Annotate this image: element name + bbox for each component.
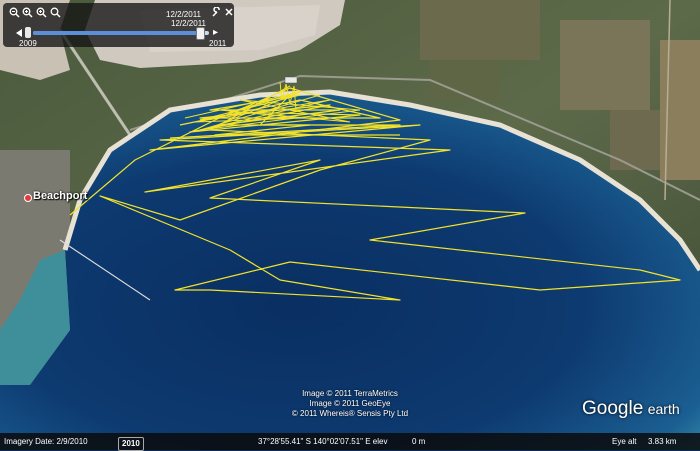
eye-alt-label: Eye alt: [612, 437, 637, 446]
zoom-out-icon[interactable]: [9, 7, 20, 18]
zoom-in-icon[interactable]: [36, 7, 47, 18]
google-earth-logo: Google earth: [582, 398, 680, 419]
place-pin-icon[interactable]: [24, 194, 32, 202]
step-forward-icon[interactable]: ▸: [213, 27, 223, 38]
historical-imagery-year-badge[interactable]: 2010: [118, 437, 144, 451]
track-start-marker: [284, 76, 298, 84]
time-slider-track[interactable]: [33, 27, 209, 40]
close-icon[interactable]: [224, 7, 235, 18]
settings-icon[interactable]: [211, 6, 222, 18]
coordinates-readout: 37°28'55.41" S 140°02'07.51" E elev: [258, 437, 388, 446]
zoom-in-icon[interactable]: [22, 7, 33, 18]
imagery-date: Imagery Date: 2/9/2010: [4, 437, 88, 446]
status-bar: Imagery Date: 2/9/2010 2010 37°28'55.41"…: [0, 433, 700, 451]
attribution: Image © 2011 TerraMetrics Image © 2011 G…: [250, 389, 450, 419]
time-slider-fill: [33, 31, 201, 35]
time-slider-thumb[interactable]: [196, 27, 206, 40]
satellite-map[interactable]: [0, 0, 700, 450]
eye-alt-value: 3.83 km: [648, 437, 677, 446]
slider-year-start: 2009: [19, 39, 37, 48]
slider-date-start: 12/2/2011: [166, 10, 201, 19]
slider-year-end: 2011: [209, 39, 227, 48]
step-back-icon[interactable]: [16, 29, 22, 37]
attribution-line: Image © 2011 TerraMetrics: [302, 389, 398, 398]
attribution-line: Image © 2011 GeoEye: [309, 399, 391, 408]
magnifier-icon[interactable]: [50, 7, 61, 18]
slider-start-handle[interactable]: [25, 27, 31, 38]
attribution-line: © 2011 Whereis® Sensis Pty Ltd: [291, 409, 409, 418]
place-label[interactable]: Beachport: [33, 190, 87, 202]
time-slider-panel: 12/2/2011 12/2/2011 ▸ 2009 2011: [3, 3, 235, 48]
elevation-readout: 0 m: [412, 437, 426, 446]
